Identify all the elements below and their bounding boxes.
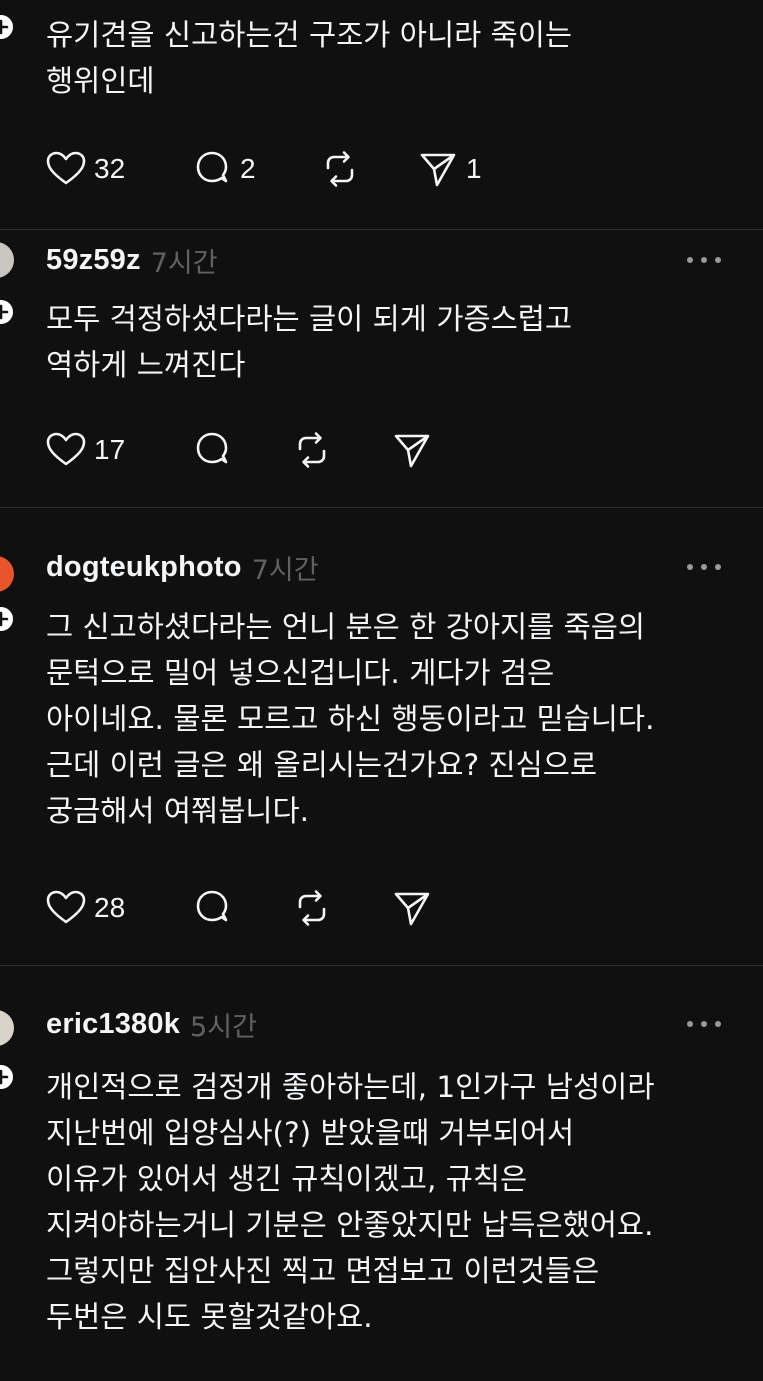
- comment-text: 유기견을 신고하는건 구조가 아니라 죽이는 행위인데: [46, 12, 746, 104]
- heart-icon: [46, 890, 86, 924]
- more-button[interactable]: [685, 557, 725, 577]
- username[interactable]: eric1380k: [46, 1008, 180, 1041]
- like-count: 17: [94, 434, 126, 465]
- comment-line: 모두 걱정하셨다라는 글이 되게 가증스럽고: [46, 302, 573, 336]
- send-icon: [420, 153, 456, 187]
- timestamp: 5시간: [190, 1011, 257, 1043]
- follow-plus-icon[interactable]: [0, 297, 16, 327]
- more-icon: [687, 257, 721, 263]
- comment-post: eric1380k 5시간 개인적으로 검정개 좋아하는데, 1인가구 남성이라…: [0, 966, 763, 1381]
- send-icon: [394, 434, 430, 468]
- comment-text: 그 신고하셨다라는 언니 분은 한 강아지를 죽음의 문턱으로 밀어 넣으신겁니…: [46, 604, 746, 834]
- comment-line: 역하게 느껴진다: [46, 348, 246, 382]
- more-button[interactable]: [685, 250, 725, 270]
- like-count: 32: [94, 153, 126, 184]
- comment-line: 그 신고하셨다라는 언니 분은 한 강아지를 죽음의: [46, 610, 646, 644]
- like-button[interactable]: 32: [44, 147, 125, 191]
- like-count: 28: [94, 892, 126, 923]
- avatar[interactable]: [0, 556, 14, 592]
- send-icon: [394, 892, 430, 926]
- repost-icon: [298, 432, 326, 468]
- avatar[interactable]: [0, 242, 14, 278]
- action-bar: 28: [44, 886, 564, 930]
- heart-icon: [46, 432, 86, 466]
- reply-button[interactable]: 2: [190, 147, 256, 191]
- comment-line: 이유가 있어서 생긴 규칙이겠고, 규칙은: [46, 1162, 528, 1196]
- repost-button[interactable]: [290, 886, 334, 930]
- repost-button[interactable]: [318, 147, 362, 191]
- comment-line: 궁금해서 여쭤봅니다.: [46, 794, 310, 828]
- username[interactable]: dogteukphoto: [46, 551, 242, 584]
- repost-icon: [326, 151, 354, 187]
- comment-line: 근데 이런 글은 왜 올리시는건가요? 진심으로: [46, 748, 598, 782]
- more-icon: [687, 1021, 721, 1027]
- comment-header: 59z59z 7시간: [46, 240, 218, 280]
- comment-line: 유기견을 신고하는건 구조가 아니라 죽이는: [46, 18, 573, 52]
- comment-icon: [196, 890, 228, 922]
- heart-icon: [46, 151, 86, 185]
- follow-plus-icon[interactable]: [0, 604, 16, 634]
- action-bar: 17: [44, 428, 564, 472]
- comment-post: 59z59z 7시간 모두 걱정하셨다라는 글이 되게 가증스럽고 역하게 느껴…: [0, 230, 763, 505]
- comment-text: 개인적으로 검정개 좋아하는데, 1인가구 남성이라 지난번에 입양심사(?) …: [46, 1064, 746, 1340]
- action-bar: 32 2 1: [44, 147, 564, 191]
- comment-post: dogteukphoto 7시간 그 신고하셨다라는 언니 분은 한 강아지를 …: [0, 508, 763, 963]
- repost-button[interactable]: [290, 428, 334, 472]
- avatar[interactable]: [0, 1010, 14, 1046]
- reply-button[interactable]: [190, 428, 234, 472]
- follow-plus-icon[interactable]: [0, 1062, 16, 1092]
- comment-icon: [196, 151, 228, 183]
- username[interactable]: 59z59z: [46, 244, 141, 277]
- comment-line: 아이네요. 물론 모르고 하신 행동이라고 믿습니다.: [46, 702, 655, 736]
- share-button[interactable]: [390, 428, 434, 472]
- reply-button[interactable]: [190, 886, 234, 930]
- comment-line: 지켜야하는거니 기분은 안좋았지만 납득은했어요.: [46, 1208, 654, 1242]
- comment-icon: [196, 432, 228, 464]
- comment-line: 그렇지만 집안사진 찍고 면접보고 이런것들은: [46, 1254, 600, 1288]
- timestamp: 7시간: [251, 554, 319, 586]
- comment-line: 개인적으로 검정개 좋아하는데, 1인가구 남성이라: [46, 1070, 655, 1104]
- repost-icon: [298, 890, 326, 926]
- comment-text: 모두 걱정하셨다라는 글이 되게 가증스럽고 역하게 느껴진다: [46, 296, 746, 388]
- comment-line: 문턱으로 밀어 넣으신겁니다. 게다가 검은: [46, 656, 555, 690]
- more-icon: [687, 564, 721, 570]
- reply-count: 2: [240, 153, 256, 184]
- share-button[interactable]: [390, 886, 434, 930]
- comment-line: 행위인데: [46, 64, 155, 98]
- like-button[interactable]: 28: [44, 886, 125, 930]
- like-button[interactable]: 17: [44, 428, 125, 472]
- comment-line: 두번은 시도 못할것같아요.: [46, 1300, 373, 1334]
- share-count: 1: [466, 153, 482, 184]
- more-button[interactable]: [685, 1014, 725, 1034]
- comment-header: eric1380k 5시간: [46, 1004, 257, 1044]
- share-button[interactable]: 1: [416, 147, 482, 191]
- timestamp: 7시간: [150, 247, 218, 279]
- comment-header: dogteukphoto 7시간: [46, 547, 319, 587]
- follow-plus-icon[interactable]: [0, 12, 16, 42]
- comment-post: 유기견을 신고하는건 구조가 아니라 죽이는 행위인데 32 2 1: [0, 0, 763, 205]
- comment-line: 지난번에 입양심사(?) 받았을때 거부되어서: [46, 1116, 575, 1150]
